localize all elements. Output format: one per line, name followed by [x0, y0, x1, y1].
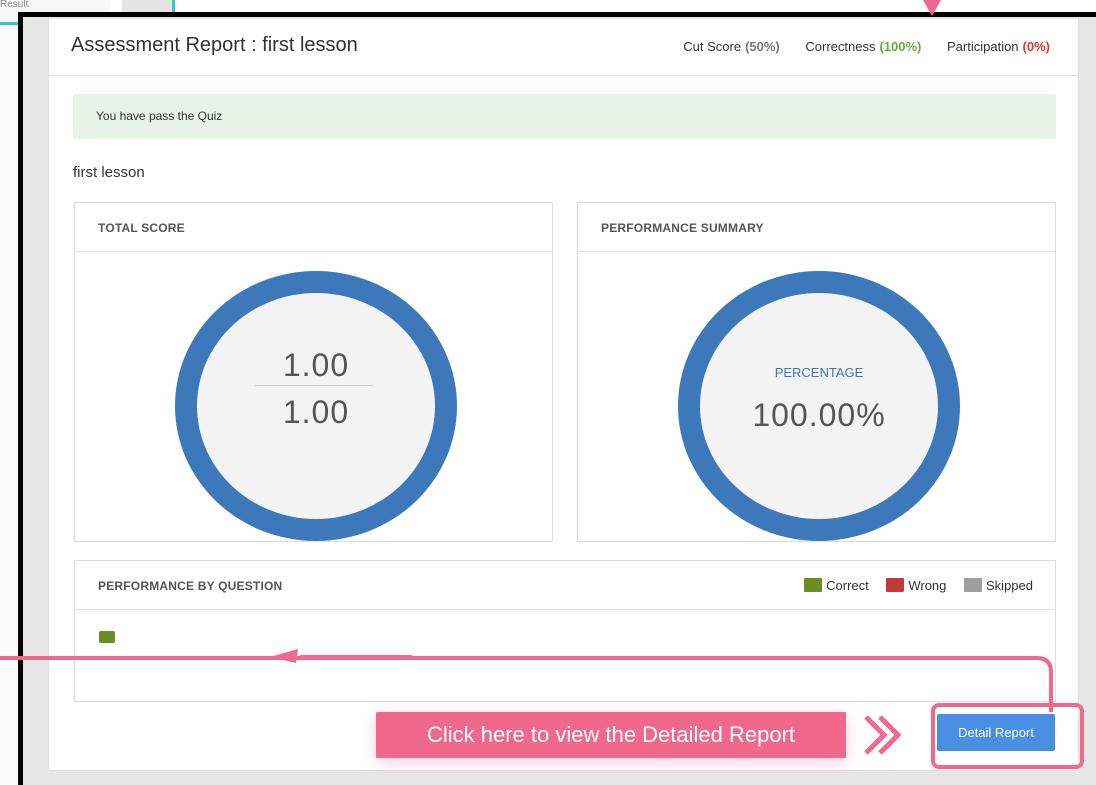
header-stats: Cut Score (50%) Correctness (100%) Partici… [661, 39, 1050, 54]
percentage-label: PERCENTAGE [774, 365, 864, 380]
correct-swatch-icon [804, 578, 823, 592]
cut-score-stat: Cut Score (50%) [683, 39, 780, 54]
score-total: 1.00 [282, 394, 350, 430]
cut-score-label: Cut Score [683, 39, 742, 54]
participation-stat: Participation (0%) [947, 39, 1050, 54]
question-1-status-marker[interactable] [99, 631, 115, 643]
report-header: Assessment Report : first lesson Cut Sco… [49, 19, 1078, 76]
legend-skipped-label: Skipped [986, 578, 1033, 593]
detail-report-button[interactable]: Detail Report [937, 714, 1055, 751]
correctness-stat: Correctness (100%) [805, 39, 921, 54]
participation-value: (0%) [1022, 39, 1050, 54]
legend-skipped: Skipped [964, 578, 1033, 593]
performance-by-question-title: PERFORMANCE BY QUESTION [98, 579, 283, 593]
legend-correct-label: Correct [826, 578, 869, 593]
legend-wrong-label: Wrong [908, 578, 947, 593]
background-tab-label: Result [0, 0, 29, 10]
total-score-ring: 1.00 1.00 [175, 271, 457, 541]
lesson-name: first lesson [73, 164, 145, 181]
percentage-ring: PERCENTAGE 100.00% [678, 271, 960, 541]
tutorial-callout: Click here to view the Detailed Report [376, 712, 846, 758]
legend-correct: Correct [804, 578, 869, 593]
performance-summary-title: PERFORMANCE SUMMARY [601, 221, 764, 235]
performance-summary-panel: PERFORMANCE SUMMARY PERCENTAGE 100.00% [577, 202, 1056, 542]
performance-by-question-header: PERFORMANCE BY QUESTION Correct Wrong Sk… [75, 561, 1055, 610]
performance-by-question-panel: PERFORMANCE BY QUESTION Correct Wrong Sk… [74, 560, 1056, 702]
legend-wrong: Wrong [886, 578, 946, 593]
score-obtained: 1.00 [282, 347, 350, 383]
wrong-swatch-icon [886, 578, 905, 592]
question-legend: Correct Wrong Skipped [790, 578, 1033, 593]
report-title: Assessment Report : first lesson [71, 34, 358, 56]
participation-label: Participation [947, 39, 1019, 54]
assessment-report-card: Assessment Report : first lesson Cut Sco… [48, 18, 1079, 771]
background-sidebar [0, 22, 20, 785]
total-score-header: TOTAL SCORE [75, 203, 552, 252]
performance-summary-header: PERFORMANCE SUMMARY [578, 203, 1055, 252]
pass-banner: You have pass the Quiz [73, 94, 1056, 139]
percentage-value: 100.00% [752, 397, 886, 433]
total-score-title: TOTAL SCORE [98, 221, 185, 235]
correctness-label: Correctness [805, 39, 876, 54]
pass-message: You have pass the Quiz [96, 109, 223, 123]
score-divider [255, 385, 373, 386]
skipped-swatch-icon [964, 578, 983, 592]
correctness-value: (100%) [879, 39, 922, 54]
cut-score-value: (50%) [745, 39, 780, 54]
total-score-panel: TOTAL SCORE 1.00 1.00 [74, 202, 553, 542]
